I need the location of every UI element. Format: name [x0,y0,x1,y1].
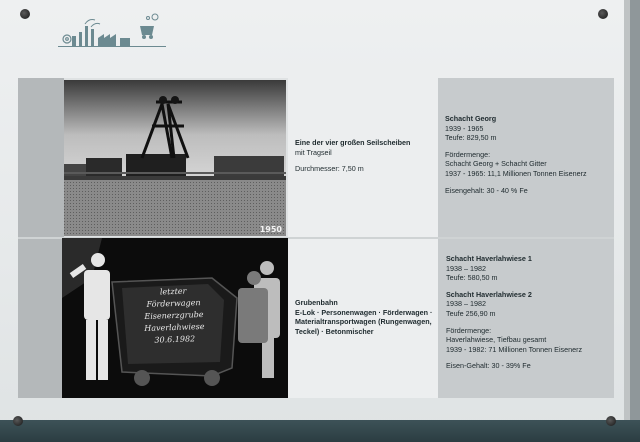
shaft-years: 1939 - 1965 [445,123,484,133]
shaft-depth: Teufe: 580,50 m [446,273,498,283]
sign-frame-edge [630,0,640,442]
shaft-years: 1938 – 1982 [446,299,486,309]
cart-chalk-text: letzter Förderwagen Eisenerzgrube Haverl… [123,284,225,347]
output-label: Fördermenge: [446,325,492,335]
shaft-georg-info: Schacht Georg 1939 - 1965 Teufe: 829,50 … [445,114,613,195]
screw-icon [606,416,616,426]
caption-title: Grubenbahn [295,298,338,307]
shaft-haverlahwiese-info: Schacht Haverlahwiese 1 1938 – 1982 Teuf… [446,254,614,371]
sign-bottom-rail [0,420,640,442]
last-cart-photo: letzter Förderwagen Eisenerzgrube Haverl… [62,238,288,398]
caption-line: E-Lok · Personenwagen · Förderwagen · [295,307,433,317]
caption-line: Materialtransportwagen (Rungenwagen, [295,317,432,327]
photo-year-label: 1950 [259,225,282,234]
caption-subtitle: mit Tragseil [295,147,332,157]
logo-underline [58,46,166,47]
caption-title: Eine der vier großen Seilscheiben [295,138,411,147]
shaft-name: Schacht Haverlahwiese 2 [446,289,532,299]
caption-line: Teckel) · Betonmischer [295,326,374,336]
iron-content: Eisengehalt: 30 - 40 % Fe [445,185,528,195]
output-line: Schacht Georg + Schacht Gitter [445,159,547,169]
output-line: 1939 - 1982: 71 Millionen Tonnen Eisener… [446,344,583,354]
output-line: Haverlahwiese, Tiefbau gesamt [446,335,547,345]
row2-caption: Grubenbahn E-Lok · Personenwagen · Förde… [295,298,437,336]
shaft-depth: Teufe: 829,50 m [445,133,497,143]
headframe-photo: 1950 [64,80,286,236]
shaft-name: Schacht Haverlahwiese 1 [446,254,532,263]
shaft-name: Schacht Georg [445,114,497,123]
output-label: Fördermenge: [445,149,491,159]
row1-caption: Eine der vier großen Seilscheiben mit Tr… [295,138,435,174]
screw-icon [20,9,30,19]
output-line: 1937 - 1965: 11,1 Millionen Tonnen Eisen… [445,168,587,178]
screw-icon [13,416,23,426]
shaft-depth: Teufe 256,90 m [446,308,496,318]
shaft-years: 1938 – 1982 [446,263,486,273]
caption-diameter: Durchmesser: 7,50 m [295,164,364,174]
screw-icon [598,9,608,19]
mine-factory-logo-icon [62,13,159,46]
iron-content: Eisen-Gehalt: 30 - 39% Fe [446,361,531,371]
